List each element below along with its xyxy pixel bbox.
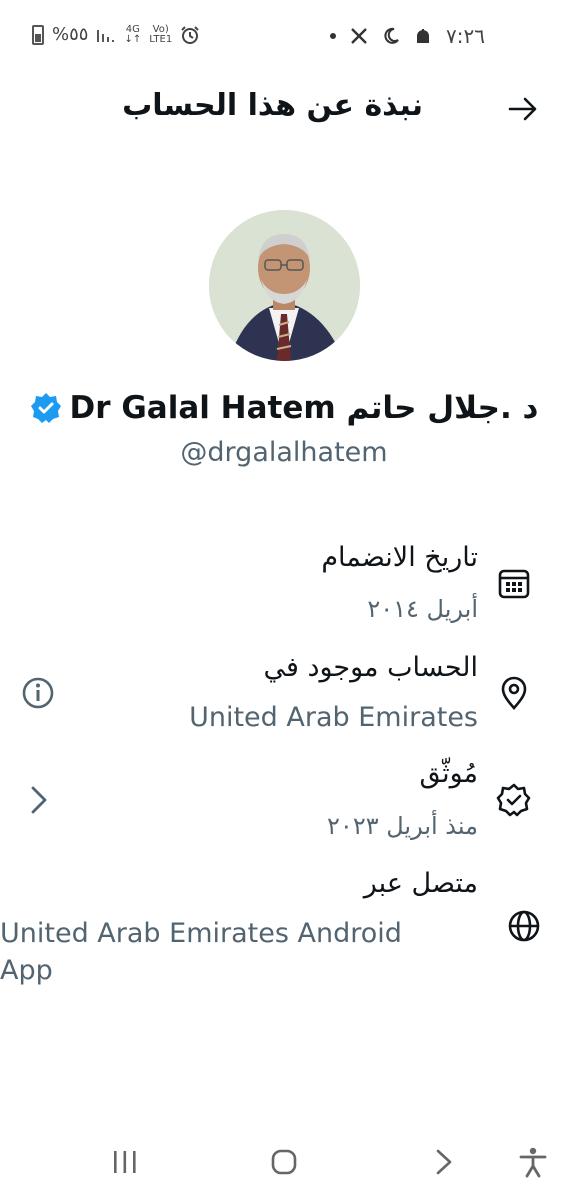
volte-indicator: Vo) LTE1 bbox=[149, 23, 173, 45]
battery-percent: %٥٥ bbox=[52, 24, 89, 45]
chevron-right-icon[interactable] bbox=[26, 784, 52, 820]
mosque-icon bbox=[417, 29, 429, 43]
chevron-right-nav-icon bbox=[436, 1149, 452, 1175]
page-title: نبذة عن هذا الحساب bbox=[122, 88, 423, 123]
back-button[interactable] bbox=[506, 92, 540, 126]
moon-icon bbox=[384, 27, 399, 44]
display-name: د .جلال حاتم Dr Galal Hatem bbox=[69, 390, 539, 426]
x-logo-icon bbox=[351, 28, 367, 44]
status-right-group: ٧:٢٦ bbox=[330, 24, 485, 48]
home-icon bbox=[271, 1149, 297, 1175]
status-bar: %٥٥ 4G ↓↑ Vo) LTE1 ٧:٢٦ bbox=[0, 0, 568, 72]
avatar[interactable] bbox=[209, 210, 360, 361]
location-value: United Arab Emirates bbox=[189, 702, 478, 733]
network-indicator: 4G ↓↑ bbox=[124, 23, 142, 45]
connected-value-line1: United Arab Emirates Android bbox=[0, 918, 402, 949]
verified-outline-icon bbox=[496, 782, 532, 822]
clock-time: ٧:٢٦ bbox=[446, 24, 485, 48]
arrow-right-icon bbox=[508, 97, 537, 121]
joined-title: تاريخ الانضمام bbox=[321, 542, 478, 573]
alarm-icon bbox=[181, 25, 199, 44]
accessibility-icon bbox=[519, 1147, 547, 1178]
accessibility-button[interactable] bbox=[518, 1146, 548, 1182]
joined-value: أبريل ٢٠١٤ bbox=[367, 595, 478, 623]
back-nav-button[interactable] bbox=[432, 1148, 456, 1180]
status-left-group: %٥٥ 4G ↓↑ Vo) LTE1 bbox=[32, 24, 200, 45]
connected-value-line2: App bbox=[0, 955, 53, 986]
user-handle: @drgalalhatem bbox=[180, 437, 388, 468]
home-button[interactable] bbox=[270, 1148, 298, 1180]
info-icon[interactable] bbox=[20, 675, 56, 715]
recent-apps-icon bbox=[114, 1151, 136, 1173]
verified-value: منذ أبريل ٢٠٢٣ bbox=[327, 812, 478, 840]
location-title: الحساب موجود في bbox=[263, 652, 478, 683]
system-nav-bar bbox=[0, 1130, 568, 1199]
verified-title: مُوثّق bbox=[419, 758, 478, 789]
profile-photo bbox=[209, 210, 360, 361]
location-pin-icon bbox=[496, 675, 532, 715]
globe-icon bbox=[506, 908, 542, 948]
signal-icon bbox=[97, 29, 115, 42]
verified-badge-icon bbox=[30, 393, 61, 423]
profile-name-row: د .جلال حاتم Dr Galal Hatem bbox=[0, 390, 568, 426]
calendar-icon bbox=[496, 565, 532, 605]
notification-dot bbox=[330, 33, 336, 39]
recent-apps-button[interactable] bbox=[112, 1148, 138, 1180]
battery-icon bbox=[32, 24, 44, 45]
connected-title: متصل عبر bbox=[363, 868, 478, 899]
